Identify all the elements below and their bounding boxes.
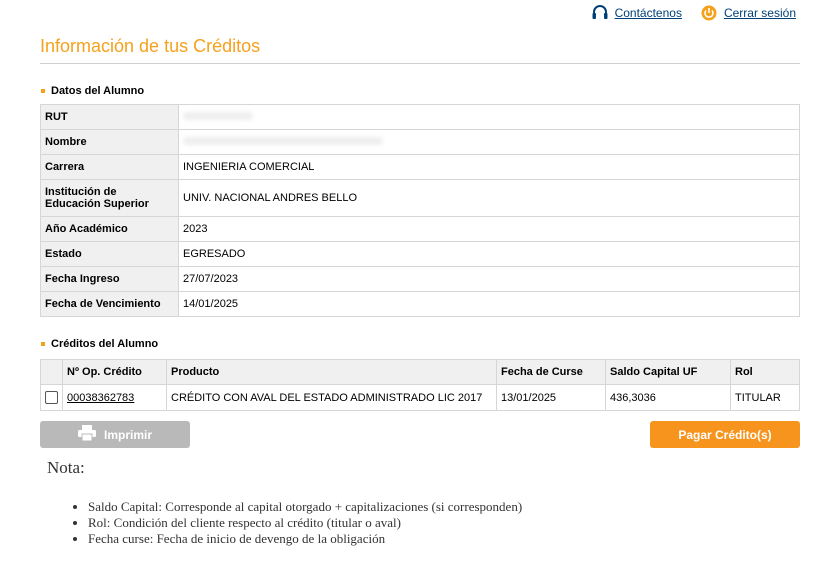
alumno-row-carrera: Carrera INGENIERIA COMERCIAL <box>40 154 800 180</box>
credit-checkbox[interactable] <box>45 391 58 404</box>
anio-value: 2023 <box>178 216 800 242</box>
table-row: 00038362783 CRÉDITO CON AVAL DEL ESTADO … <box>40 384 800 411</box>
nota-title: Nota: <box>47 458 85 477</box>
alumno-row-rut: RUT <box>40 104 800 130</box>
bullet-icon <box>41 89 45 93</box>
col-producto: Producto <box>166 359 497 385</box>
creditos-section-heading: Créditos del Alumno <box>41 338 158 350</box>
pay-credits-button[interactable]: Pagar Crédito(s) <box>650 421 800 448</box>
ingreso-value: 27/07/2023 <box>178 266 800 292</box>
list-item: Saldo Capital: Corresponde al capital ot… <box>88 499 522 515</box>
credit-select-cell <box>40 384 63 411</box>
ingreso-label: Fecha Ingreso <box>40 266 179 292</box>
institucion-label: Institución de Educación Superior <box>40 179 179 217</box>
estado-value: EGRESADO <box>178 241 800 267</box>
op-credito-cell: 00038362783 <box>62 384 167 411</box>
alumno-row-institucion: Institución de Educación Superior UNIV. … <box>40 179 800 217</box>
creditos-table: Nº Op. Crédito Producto Fecha de Curse S… <box>40 359 800 411</box>
bullet-icon <box>41 342 45 346</box>
top-links: Contáctenos Cerrar sesión <box>591 3 796 23</box>
select-column-header <box>40 359 63 385</box>
carrera-label: Carrera <box>40 154 179 180</box>
alumno-row-anio: Año Académico 2023 <box>40 216 800 242</box>
institucion-value: UNIV. NACIONAL ANDRES BELLO <box>178 179 800 217</box>
col-rol: Rol <box>730 359 800 385</box>
list-item: Fecha curse: Fecha de inicio de devengo … <box>88 531 522 547</box>
rut-label: RUT <box>40 104 179 130</box>
estado-label: Estado <box>40 241 179 267</box>
rut-value <box>178 104 800 130</box>
vencimiento-value: 14/01/2025 <box>178 291 800 317</box>
col-fecha-curse: Fecha de Curse <box>496 359 606 385</box>
carrera-value: INGENIERIA COMERCIAL <box>178 154 800 180</box>
contact-link[interactable]: Contáctenos <box>615 6 682 20</box>
nombre-label: Nombre <box>40 129 179 155</box>
saldo-capital-cell: 436,3036 <box>605 384 731 411</box>
col-op-credito: Nº Op. Crédito <box>62 359 167 385</box>
title-divider <box>40 63 800 64</box>
rol-cell: TITULAR <box>730 384 800 411</box>
page-title: Información de tus Créditos <box>40 36 261 56</box>
printer-icon <box>77 425 96 444</box>
logout-link[interactable]: Cerrar sesión <box>724 6 796 20</box>
producto-cell: CRÉDITO CON AVAL DEL ESTADO ADMINISTRADO… <box>166 384 497 411</box>
alumno-row-vencimiento: Fecha de Vencimiento 14/01/2025 <box>40 291 800 317</box>
op-credito-link[interactable]: 00038362783 <box>67 392 134 404</box>
alumno-row-estado: Estado EGRESADO <box>40 241 800 267</box>
print-button[interactable]: Imprimir <box>40 421 190 448</box>
print-button-label: Imprimir <box>103 427 152 442</box>
power-icon[interactable] <box>700 4 718 22</box>
alumno-section-heading: Datos del Alumno <box>41 85 144 97</box>
redacted-value <box>183 137 383 145</box>
redacted-value <box>183 112 253 120</box>
vencimiento-label: Fecha de Vencimiento <box>40 291 179 317</box>
creditos-header-row: Nº Op. Crédito Producto Fecha de Curse S… <box>40 359 800 385</box>
anio-label: Año Académico <box>40 216 179 242</box>
col-saldo-capital: Saldo Capital UF <box>605 359 731 385</box>
list-item: Rol: Condición del cliente respecto al c… <box>88 515 522 531</box>
alumno-row-nombre: Nombre <box>40 129 800 155</box>
nombre-value <box>178 129 800 155</box>
nota-list: Saldo Capital: Corresponde al capital ot… <box>88 499 522 547</box>
alumno-row-ingreso: Fecha Ingreso 27/07/2023 <box>40 266 800 292</box>
headset-icon[interactable] <box>591 4 609 22</box>
alumno-table: RUT Nombre Carrera INGENIERIA COMERCIAL … <box>40 104 800 317</box>
fecha-curse-cell: 13/01/2025 <box>496 384 606 411</box>
